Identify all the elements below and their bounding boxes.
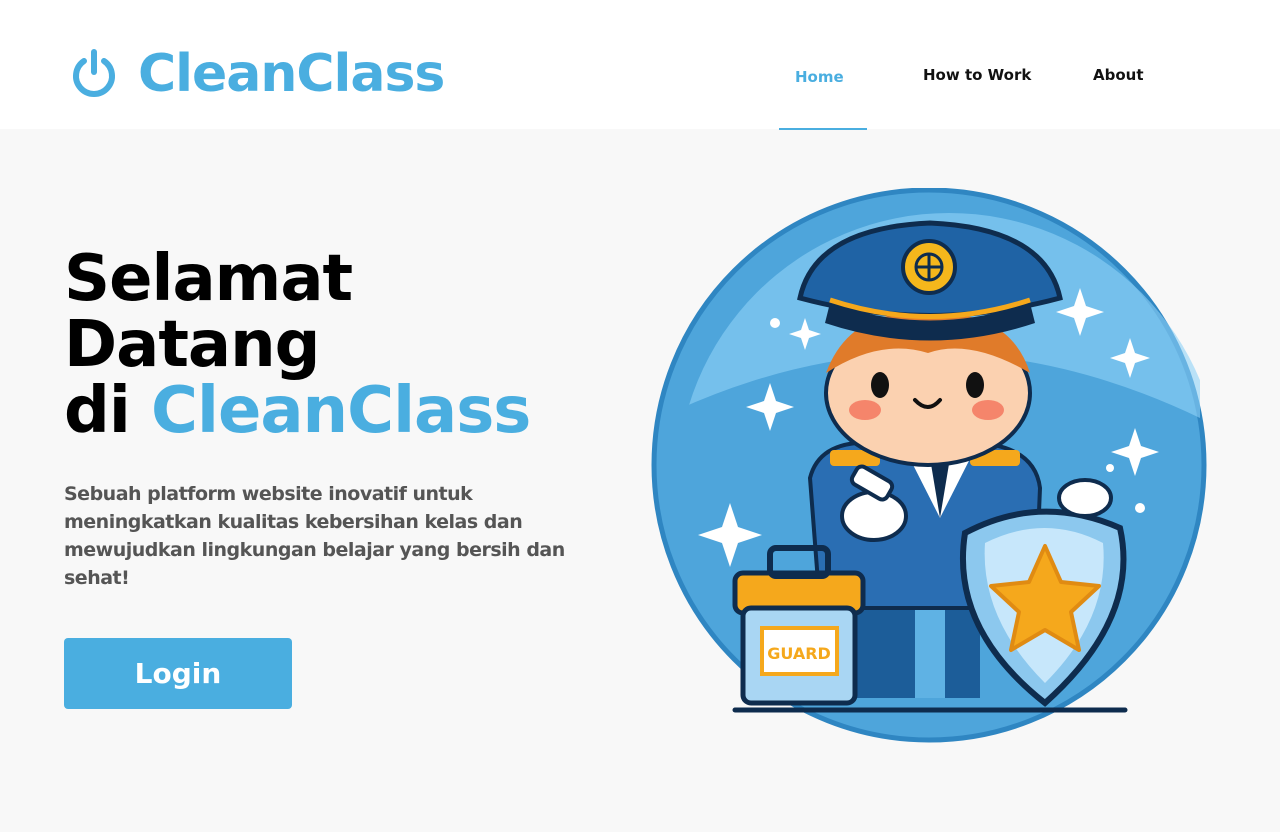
- guard-mascot-illustration: GUARD: [651, 188, 1207, 743]
- case-label: GUARD: [767, 644, 831, 663]
- hero-title-line-1: Selamat: [64, 242, 353, 316]
- brand-name: CleanClass: [138, 44, 445, 104]
- nav-about-link[interactable]: About: [1093, 66, 1144, 84]
- hero-title-prefix: di: [64, 374, 152, 448]
- nav-how-to-work-link[interactable]: How to Work: [923, 66, 1031, 84]
- hero-description: Sebuah platform website inovatif untuk m…: [64, 483, 565, 589]
- hero-title-line-2: Datang: [64, 308, 320, 382]
- top-header: CleanClass Home How to Work About: [0, 0, 1280, 129]
- hero-title: Selamat Datang di CleanClass: [64, 246, 531, 444]
- power-icon: [73, 49, 115, 97]
- hero-title-brand: CleanClass: [151, 374, 531, 448]
- nav-home-link[interactable]: Home: [795, 68, 844, 86]
- brand-logo[interactable]: CleanClass: [70, 42, 445, 106]
- login-button[interactable]: Login: [64, 638, 292, 709]
- active-nav-indicator: [779, 128, 867, 130]
